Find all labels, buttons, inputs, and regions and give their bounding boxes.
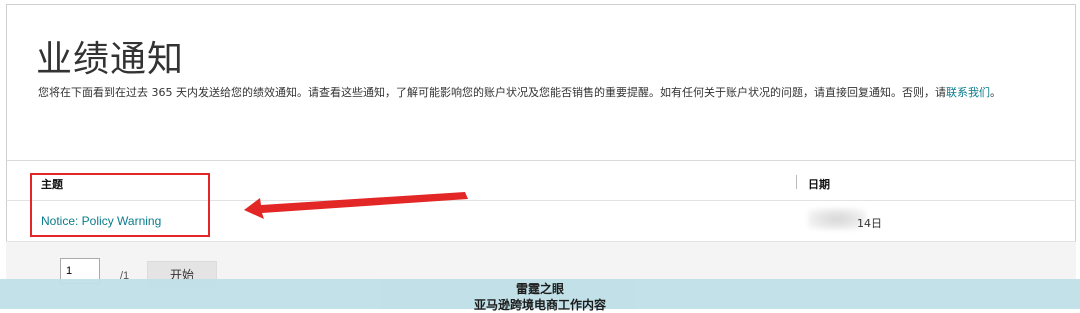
description-text: 您将在下面看到在过去 365 天内发送给您的绩效通知。请查看这些通知，了解可能影… [38, 86, 946, 99]
highlight-box [30, 173, 210, 237]
description-end: 。 [989, 86, 1001, 99]
table-top-divider [6, 160, 1076, 161]
page-description: 您将在下面看到在过去 365 天内发送给您的绩效通知。请查看这些通知，了解可能影… [38, 84, 1068, 100]
page-title: 业绩通知 [36, 39, 185, 80]
contact-us-link[interactable]: 联系我们 [946, 86, 990, 99]
watermark-line-1: 雷霆之眼 [515, 282, 564, 296]
watermark-banner: 雷霆之眼 亚马逊跨境电商工作内容 [0, 279, 1080, 312]
column-divider [796, 175, 797, 189]
notice-date: 14日 [857, 217, 882, 230]
column-header-date[interactable]: 日期 [808, 176, 830, 192]
watermark-line-2: 亚马逊跨境电商工作内容 [473, 298, 606, 312]
